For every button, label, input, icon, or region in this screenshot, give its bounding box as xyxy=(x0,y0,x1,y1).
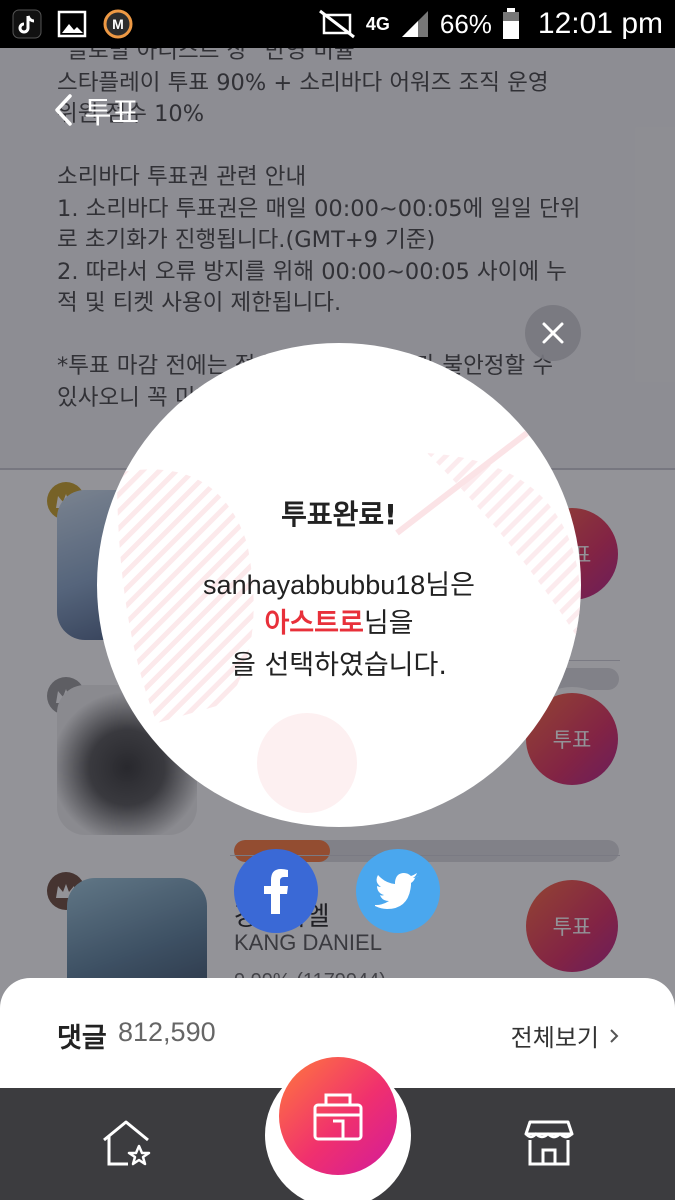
back-button[interactable]: 투표 xyxy=(52,88,139,132)
comment-label: 댓글 xyxy=(57,1023,107,1054)
artist-name-en: KANG DANIEL xyxy=(234,930,382,955)
battery-icon xyxy=(502,8,519,39)
popup-user-suffix: 님은 xyxy=(425,570,475,601)
svg-text:M: M xyxy=(112,16,124,32)
battery-percent: 66% xyxy=(439,8,492,39)
popup-title: 투표완료! xyxy=(281,498,397,531)
facebook-share-button[interactable] xyxy=(234,849,318,933)
page-title: 투표 xyxy=(84,96,140,131)
store-icon[interactable] xyxy=(524,1118,574,1166)
view-all-label: 전체보기 xyxy=(510,1024,599,1052)
popup-artist-suffix: 님을 xyxy=(363,608,414,639)
mute-icon xyxy=(318,9,355,39)
twitter-share-button[interactable] xyxy=(356,849,440,933)
launcher-app-icon: M xyxy=(103,9,133,39)
vote-box-button[interactable] xyxy=(279,1057,397,1175)
popup-line-artist: 아스트로님을 xyxy=(97,601,581,640)
status-bar: M 4G 66% 12:01 pm xyxy=(0,0,675,48)
facebook-icon xyxy=(264,869,288,914)
twitter-icon xyxy=(375,873,419,909)
close-icon xyxy=(542,322,564,344)
network-type: 4G xyxy=(365,14,390,34)
chevron-right-icon xyxy=(610,1028,619,1043)
chevron-left-icon xyxy=(55,94,72,126)
vote-button-label: 투표 xyxy=(552,915,592,939)
popup-username: sanhayabbubbu18 xyxy=(203,570,426,600)
gallery-icon xyxy=(57,10,87,38)
clock: 12:01 pm xyxy=(537,7,663,40)
comment-count: 812,590 xyxy=(118,1017,216,1047)
popup-artist-name: 아스트로 xyxy=(264,608,364,639)
ballot-box-icon xyxy=(313,1093,363,1141)
popup-line-message: 을 선택하였습니다. xyxy=(231,650,447,681)
close-button[interactable] xyxy=(525,305,581,361)
tiktok-icon xyxy=(12,9,42,39)
popup-line-user: sanhayabbubbu18님은 xyxy=(97,563,581,602)
signal-icon xyxy=(401,11,428,37)
vote-complete-popup: 투표완료! sanhayabbubbu18님은 아스트로님을 을 선택하였습니다… xyxy=(97,343,581,827)
view-all-comments-link[interactable]: 전체보기 xyxy=(511,1018,619,1053)
home-star-icon[interactable] xyxy=(100,1118,152,1168)
vote-button[interactable]: 투표 xyxy=(526,880,618,972)
